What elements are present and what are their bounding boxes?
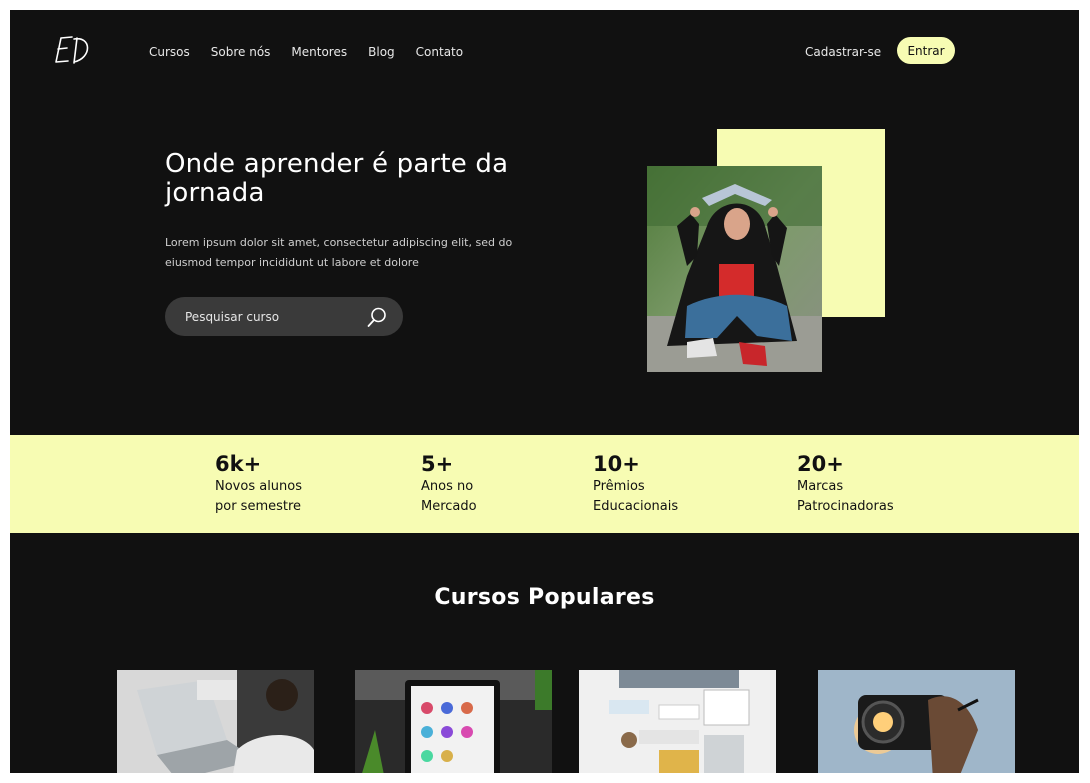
search-icon[interactable]: [365, 305, 389, 329]
stat-label: Anos no Mercado: [421, 479, 477, 514]
course-card-laptop[interactable]: [117, 670, 314, 773]
stat-item: 10+ Prêmios Educacionais: [593, 451, 703, 517]
stats-band: 6k+ Novos alunos por semestre 5+ Anos no…: [10, 435, 1079, 533]
hero-description: Lorem ipsum dolor sit amet, consectetur …: [165, 236, 513, 269]
course-card-camera[interactable]: [818, 670, 1015, 773]
signup-link[interactable]: Cadastrar-se: [805, 45, 881, 59]
stat-value: 6k+: [215, 452, 262, 476]
course-card-desk[interactable]: [579, 670, 776, 773]
search-input[interactable]: [185, 307, 355, 326]
nav-blog[interactable]: Blog: [368, 45, 395, 59]
page-frame: Cursos Sobre nós Mentores Blog Contato C…: [10, 10, 1079, 773]
hero-title: Onde aprender é parte da jornada: [165, 149, 509, 208]
nav-sobre-nos[interactable]: Sobre nós: [211, 45, 271, 59]
brand-logo[interactable]: [52, 32, 92, 68]
search-bar[interactable]: [165, 297, 403, 336]
login-button[interactable]: Entrar: [897, 37, 955, 64]
section-title-popular-courses: Cursos Populares: [434, 585, 655, 610]
stat-value: 10+: [593, 452, 640, 476]
stat-value: 20+: [797, 452, 844, 476]
stat-label: Prêmios Educacionais: [593, 479, 679, 514]
stat-item: 6k+ Novos alunos por semestre: [215, 451, 325, 517]
stat-value: 5+: [421, 452, 454, 476]
stat-label: Novos alunos por semestre: [215, 479, 303, 514]
hero-photo: [647, 166, 822, 372]
stat-label: Marcas Patrocinadoras: [797, 479, 894, 514]
nav-mentores[interactable]: Mentores: [291, 45, 347, 59]
main-nav: Cursos Sobre nós Mentores Blog Contato: [149, 45, 484, 59]
course-card-tablet[interactable]: [355, 670, 552, 773]
nav-contato[interactable]: Contato: [416, 45, 463, 59]
stat-item: 5+ Anos no Mercado: [421, 451, 501, 517]
stat-item: 20+ Marcas Patrocinadoras: [797, 451, 907, 517]
nav-cursos[interactable]: Cursos: [149, 45, 190, 59]
